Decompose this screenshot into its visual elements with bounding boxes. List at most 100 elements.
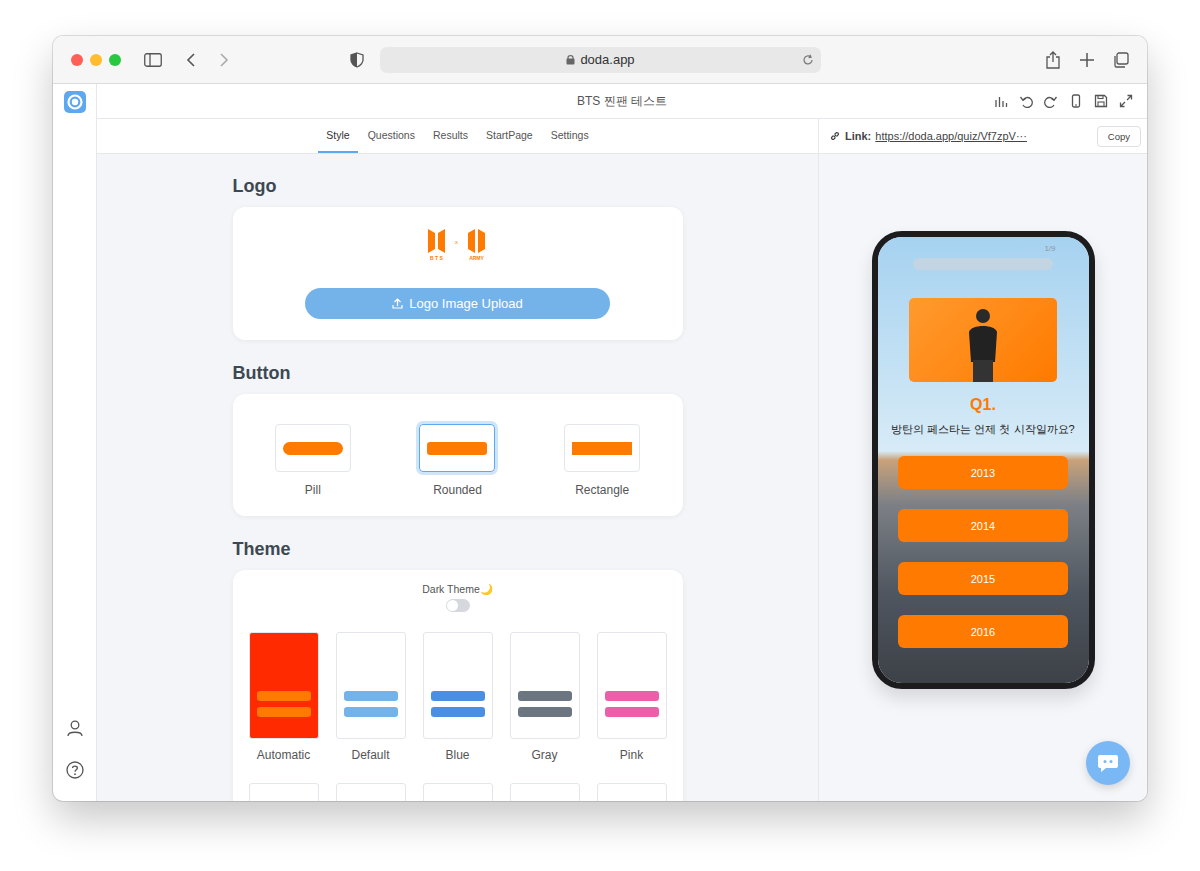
- help-icon[interactable]: [66, 761, 84, 779]
- theme-option[interactable]: [249, 783, 319, 801]
- question-text: 방탄의 페스타는 언제 첫 시작일까요?: [891, 422, 1074, 436]
- theme-option[interactable]: [423, 783, 493, 801]
- user-icon[interactable]: [66, 719, 84, 737]
- quiz-link[interactable]: https://doda.app/quiz/Vf7zpV···: [875, 130, 1027, 142]
- question-number: Q1.: [970, 396, 996, 414]
- tab[interactable]: Settings: [543, 119, 597, 153]
- theme-label: Default: [351, 748, 389, 763]
- tab[interactable]: Questions: [360, 119, 423, 153]
- button-style-option[interactable]: Rounded: [385, 424, 530, 498]
- mobile-preview-icon[interactable]: [1069, 94, 1083, 108]
- close-button[interactable]: [71, 54, 83, 66]
- svg-text:B T S: B T S: [430, 255, 443, 261]
- logo-card: B T S x ARMY Logo Image Upload: [233, 207, 683, 340]
- person-photo: [963, 302, 1003, 382]
- button-style-option[interactable]: Pill: [241, 424, 386, 498]
- copy-button[interactable]: Copy: [1097, 126, 1141, 147]
- section-heading: Theme: [233, 538, 683, 560]
- tab-overview-icon[interactable]: [1113, 52, 1129, 68]
- desktop: doda.appBTS 찐팬 테스트StyleQuestionsResultsS…: [0, 0, 1200, 871]
- header-actions: [667, 94, 1133, 108]
- theme-tile[interactable]: [510, 632, 580, 739]
- theme-tile[interactable]: [597, 632, 667, 739]
- button-style-option[interactable]: Rectangle: [530, 424, 675, 498]
- theme-option[interactable]: Automatic: [249, 632, 319, 763]
- theme-tile[interactable]: [336, 783, 406, 801]
- theme-option[interactable]: [597, 783, 667, 801]
- sidebar-toggle-icon[interactable]: [144, 53, 162, 67]
- theme-tile[interactable]: [597, 783, 667, 801]
- tab-bar: StyleQuestionsResultsStartPageSettings: [97, 119, 818, 154]
- new-tab-icon[interactable]: [1079, 52, 1095, 68]
- chat-icon: [1097, 753, 1119, 773]
- editor-header: BTS 찐팬 테스트: [97, 84, 1147, 119]
- editor-main: BTS 찐팬 테스트StyleQuestionsResultsStartPage…: [97, 84, 1147, 801]
- answer-list: 2013 2014 2015 2016: [898, 456, 1068, 648]
- theme-option[interactable]: Gray: [510, 632, 580, 763]
- theme-option[interactable]: Default: [336, 632, 406, 763]
- theme-tile[interactable]: [336, 632, 406, 739]
- window-controls: [71, 54, 121, 66]
- redo-icon[interactable]: [1044, 94, 1058, 108]
- theme-tile[interactable]: [249, 632, 319, 739]
- logo-upload-button[interactable]: Logo Image Upload: [305, 288, 610, 319]
- section-heading: Button: [233, 362, 683, 384]
- answer-button[interactable]: 2015: [898, 562, 1068, 595]
- button-style-card: PillRounded Rectangle: [233, 394, 683, 516]
- question-image: [909, 298, 1057, 382]
- link-label: Link:: [845, 130, 871, 142]
- browser-window: doda.appBTS 찐팬 테스트StyleQuestionsResultsS…: [53, 36, 1147, 801]
- button-shape: [427, 442, 487, 455]
- app-logo-icon[interactable]: [64, 91, 86, 113]
- reload-icon[interactable]: [802, 54, 814, 66]
- theme-tile[interactable]: [423, 783, 493, 801]
- browser-toolbar: doda.app: [53, 36, 1147, 84]
- sidebar-bottom: [66, 719, 84, 779]
- link-icon: [829, 130, 841, 142]
- share-link-bar: Link: https://doda.app/quiz/Vf7zpV··· Copy: [819, 119, 1147, 154]
- bts-army-logo: B T S x ARMY: [426, 227, 490, 261]
- theme-option[interactable]: Blue: [423, 632, 493, 763]
- tab[interactable]: Style: [318, 119, 357, 153]
- theme-tile[interactable]: [423, 632, 493, 739]
- chat-button[interactable]: [1086, 741, 1130, 785]
- back-icon[interactable]: [186, 52, 196, 68]
- preview-panel: Link: https://doda.app/quiz/Vf7zpV··· Copy…: [819, 119, 1147, 801]
- fullscreen-icon[interactable]: [1119, 94, 1133, 108]
- theme-option[interactable]: [336, 783, 406, 801]
- theme-option[interactable]: [510, 783, 580, 801]
- button-style-preview[interactable]: [564, 424, 640, 472]
- dark-theme-toggle[interactable]: [446, 599, 470, 612]
- button-style-preview[interactable]: [275, 424, 351, 472]
- progress-bar: [913, 258, 1053, 270]
- theme-option[interactable]: Pink: [597, 632, 667, 763]
- theme-tile[interactable]: [510, 783, 580, 801]
- address-bar[interactable]: doda.app: [380, 47, 821, 73]
- tab[interactable]: StartPage: [478, 119, 541, 153]
- option-label: Rectangle: [575, 482, 629, 498]
- answer-button[interactable]: 2014: [898, 509, 1068, 542]
- style-settings: LogoB T SxARMYLogo Image UploadButtonPil…: [97, 154, 818, 801]
- settings-panel: StyleQuestionsResultsStartPageSettings Lo…: [97, 119, 819, 801]
- svg-text:x: x: [455, 239, 458, 245]
- forward-icon[interactable]: [219, 52, 229, 68]
- button-style-preview[interactable]: [419, 424, 495, 472]
- undo-icon[interactable]: [1019, 94, 1033, 108]
- app-sidebar: [53, 84, 97, 801]
- answer-button[interactable]: 2016: [898, 615, 1068, 648]
- tab[interactable]: Results: [425, 119, 476, 153]
- phone-frame: 1/9Q1.방탄의 페스타는 언제 첫 시작일까요?20132014201520…: [872, 231, 1095, 689]
- theme-tile[interactable]: [249, 783, 319, 801]
- zoom-button[interactable]: [109, 54, 121, 66]
- privacy-shield-icon[interactable]: [350, 52, 364, 68]
- svg-text:ARMY: ARMY: [469, 255, 484, 261]
- editor-split: StyleQuestionsResultsStartPageSettings Lo…: [97, 119, 1147, 801]
- save-icon[interactable]: [1094, 94, 1108, 108]
- share-icon[interactable]: [1045, 51, 1061, 69]
- stats-chart-icon[interactable]: [994, 94, 1008, 108]
- editor-app: BTS 찐팬 테스트StyleQuestionsResultsStartPage…: [53, 84, 1147, 801]
- dark-theme-label: Dark Theme🌙: [422, 582, 493, 596]
- minimize-button[interactable]: [90, 54, 102, 66]
- answer-button[interactable]: 2013: [898, 456, 1068, 489]
- button-shape: [572, 442, 632, 455]
